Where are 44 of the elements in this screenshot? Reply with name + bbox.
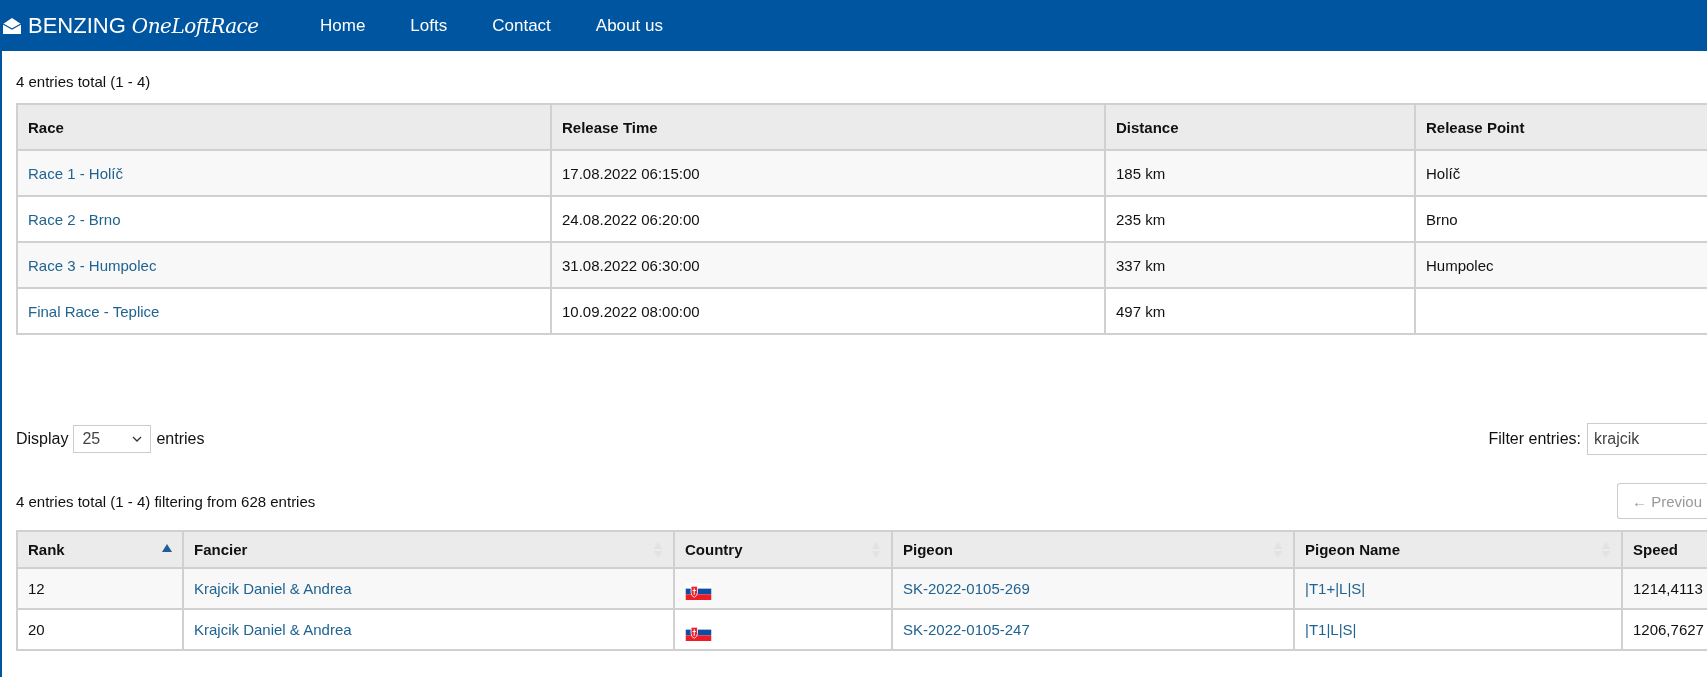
fancier-link[interactable]: Krajcik Daniel & Andrea — [194, 580, 352, 597]
race-link[interactable]: Race 1 - Holíč — [28, 164, 124, 182]
entries-summary: 4 entries total (1 - 4) filtering from 628 entries — [16, 492, 316, 510]
pigeon-link[interactable]: SK-2022-0105-269 — [903, 580, 1030, 597]
column-header[interactable]: Pigeon — [892, 531, 1294, 568]
column-header[interactable]: Pigeon Name — [1294, 531, 1622, 568]
filter-field[interactable]: krajcik — [1587, 423, 1707, 455]
flag-icon — [685, 624, 712, 641]
page-size-select[interactable]: 25 — [73, 425, 152, 453]
table-cell: 20 — [17, 609, 183, 650]
brand-name[interactable]: BENZING — [28, 12, 126, 39]
entries-label: entries — [156, 430, 205, 448]
pigeon-link[interactable]: SK-2022-0105-247 — [903, 621, 1030, 638]
flag-icon — [685, 583, 712, 600]
column-header: Race — [17, 104, 551, 150]
fancier-link[interactable]: Krajcik Daniel & Andrea — [194, 621, 352, 638]
nav-link[interactable]: Lofts — [410, 15, 448, 36]
nav-link[interactable]: Home — [320, 15, 366, 36]
nav-link[interactable]: About us — [595, 15, 663, 36]
table-cell: 31.08.2022 06:30:00 — [551, 242, 1105, 288]
column-header[interactable]: Speed — [1622, 531, 1707, 568]
column-header[interactable]: Country — [674, 531, 892, 568]
table-cell: 337 km — [1105, 242, 1415, 288]
brand-tagline[interactable]: OneLoftRace — [131, 13, 259, 38]
chevron-down-icon — [132, 436, 143, 442]
table-cell: 17.08.2022 06:15:00 — [551, 150, 1105, 196]
race-link[interactable]: Race 2 - Brno — [28, 210, 121, 228]
column-header[interactable]: Rank — [17, 531, 183, 568]
table-cell: 10.09.2022 08:00:00 — [551, 288, 1105, 334]
table-cell: 12 — [17, 568, 183, 609]
entries-summary: 4 entries total (1 - 4) — [16, 73, 152, 90]
column-header[interactable]: Fancier — [183, 531, 674, 568]
nav-link[interactable]: Contact — [492, 15, 551, 36]
column-header: Distance — [1105, 104, 1415, 150]
race-link[interactable]: Final Race - Teplice — [28, 302, 160, 320]
pigeon-name-link[interactable]: |T1|L|S| — [1305, 621, 1357, 638]
filter-label: Filter entries: — [1488, 430, 1581, 448]
column-header: Release Time — [551, 104, 1105, 150]
race-link[interactable]: Race 3 - Humpolec — [28, 256, 157, 274]
table-cell: 185 km — [1105, 150, 1415, 196]
display-label: Display — [16, 430, 69, 448]
column-header: Release Point — [1415, 104, 1707, 150]
pigeon-name-link[interactable]: |T1+|L|S| — [1305, 580, 1366, 597]
table-cell: 497 km — [1105, 288, 1415, 334]
